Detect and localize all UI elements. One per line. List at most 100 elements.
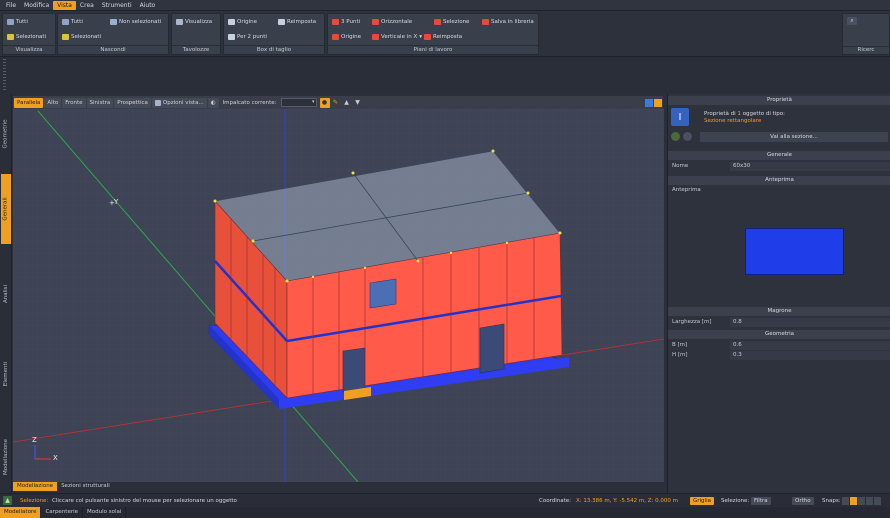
menu-vista[interactable]: Vista (53, 0, 76, 10)
viewport-3d[interactable]: Y + Z X (13, 109, 664, 482)
chevron-down-icon: ▾ (419, 34, 423, 40)
ribbon-group-nascondi: Tutti Non selezionati Selezionati Nascon… (57, 13, 169, 55)
snap-center-icon[interactable] (874, 497, 881, 505)
grip-handle[interactable] (3, 59, 6, 92)
properties-panel: Proprietà I Proprietà di 1 oggetto di ti… (667, 94, 890, 493)
nome-field[interactable]: 60x30 (730, 162, 890, 171)
box-per-2-punti-button[interactable]: Per 2 punti (228, 34, 267, 40)
ribbon-group-title: Tavolozze (172, 45, 220, 53)
nascondi-tutti-button[interactable]: Tutti (62, 19, 83, 25)
visualizza-selezionati-button[interactable]: Selezionati (7, 34, 46, 40)
door-opening-right[interactable] (479, 323, 505, 374)
ribbon-group-box-taglio: Origine Reimposta Per 2 punti Box di tag… (223, 13, 325, 55)
menu-file[interactable]: File (2, 1, 20, 10)
tab-analisi[interactable]: Analisi (1, 264, 11, 324)
view-options-button[interactable]: Opzioni vista... (151, 97, 207, 108)
section-magrone-header[interactable]: Magrone (668, 307, 890, 316)
menu-modifica[interactable]: Modifica (20, 1, 53, 10)
impalcato-select[interactable]: ▾ (280, 98, 317, 107)
origin-icon (228, 19, 235, 25)
tab-sezioni-strutturali[interactable]: Sezioni strutturali (57, 482, 114, 491)
box-origine-button[interactable]: Origine (228, 19, 257, 25)
view-parallela-button[interactable]: Parallela (14, 97, 44, 108)
ribbon-group-visualizza: Tutti Selezionati Visualizza (2, 13, 56, 55)
view-alto-button[interactable]: Alto (44, 97, 62, 108)
snap-toggles (842, 497, 881, 505)
cursor-cross-icon: + (109, 199, 115, 207)
statusbar: ▲ Selezione: Cliccare col pulsante sinis… (0, 493, 890, 507)
larghezza-field[interactable]: 0.8 (730, 318, 890, 327)
h-field[interactable]: 0.3 (730, 351, 890, 360)
view-sinistra-button[interactable]: Sinistra (86, 97, 114, 108)
options-icon (154, 99, 161, 106)
nascondi-non-selezionati-button[interactable]: Non selezionati (110, 19, 161, 25)
pin-alt-icon[interactable]: ▼ (353, 98, 363, 108)
piani-origine-button[interactable]: Origine (332, 34, 361, 40)
vertical-plane-icon (372, 34, 379, 40)
coord-value: X: 13.386 m, Y: -5.542 m, Z: 0.000 m (576, 498, 678, 504)
ribbon: Tutti Selezionati Visualizza Tutti Non s… (0, 11, 890, 57)
section-generale-header[interactable]: Generale (668, 151, 890, 160)
menu-aiuto[interactable]: Aiuto (136, 1, 160, 10)
nascondi-selezionati-button[interactable]: Selezionati (62, 34, 101, 40)
status-arrow-icon[interactable]: ▲ (3, 496, 12, 505)
ribbon-group-title: Piani di lavoro (328, 45, 538, 53)
back-icon[interactable] (671, 132, 680, 141)
grid-toggle-button[interactable]: Griglia (690, 497, 714, 505)
section-anteprima-header[interactable]: Anteprima (668, 176, 890, 185)
properties-summary: Proprietà di 1 oggetto di tipo: (704, 111, 786, 117)
door-opening-left[interactable] (342, 347, 366, 393)
tavolozze-visualizza-button[interactable]: Visualizza (176, 19, 212, 25)
tab-elementi[interactable]: Elementi (1, 344, 11, 404)
section-geometria-header[interactable]: Geometria (668, 330, 890, 339)
view-fronte-button[interactable]: Fronte (62, 97, 86, 108)
search-icon[interactable]: ⌕ (847, 17, 857, 25)
b-field[interactable]: 0.6 (730, 341, 890, 350)
pin-icon[interactable]: ▲ (342, 98, 352, 108)
tab-modulo-solai[interactable]: Modulo solai (83, 507, 127, 518)
anteprima-label: Anteprima (672, 187, 701, 193)
lock-icon[interactable]: ● (319, 97, 330, 108)
piani-reimposta-button[interactable]: Reimposta (424, 34, 462, 40)
ortho-button[interactable]: Ortho (792, 497, 814, 505)
two-points-icon (228, 34, 235, 40)
model-canvas[interactable]: Y + Z X (13, 109, 664, 482)
snap-point-icon[interactable] (850, 497, 857, 505)
piani-orizzontale-button[interactable]: Orizzontale (372, 19, 412, 25)
palette-icon (176, 19, 183, 25)
impalcato-label: Impalcato corrente: (222, 99, 277, 106)
menu-strumenti[interactable]: Strumenti (98, 1, 136, 10)
menu-crea[interactable]: Crea (76, 1, 98, 10)
tab-modellazione[interactable]: Modellazione (1, 424, 11, 489)
wrench-icon[interactable]: ✎ (331, 98, 341, 108)
tab-carpenterie[interactable]: Carpenterie (41, 507, 84, 518)
selection-mode-label: Selezione: (721, 498, 750, 504)
ribbon-group-piani-lavoro: 3 Punti Orizzontale Selezione Salva in l… (327, 13, 539, 55)
tab-generali[interactable]: Generali (1, 174, 11, 244)
piani-verticale-x-button[interactable]: Verticale in X ▾ (372, 34, 422, 40)
tab-geometrie[interactable]: Geometrie (1, 104, 11, 164)
piani-salva-libreria-button[interactable]: Salva in libreria (482, 19, 534, 25)
tab-modellatore[interactable]: Modellatore (0, 507, 42, 518)
forward-icon[interactable] (683, 132, 692, 141)
box-reimposta-button[interactable]: Reimposta (278, 19, 316, 25)
snap-vertex-icon[interactable] (858, 497, 865, 505)
selection-plane-icon (434, 19, 441, 25)
properties-title: Proprietà (668, 96, 890, 105)
goto-section-button[interactable]: Vai alla sezione... (700, 132, 888, 142)
visualizza-tutti-button[interactable]: Tutti (7, 19, 28, 25)
piani-selezione-button[interactable]: Selezione (434, 19, 469, 25)
add-view-icon[interactable] (645, 98, 653, 107)
camera-icon[interactable]: ◐ (207, 97, 219, 108)
tab-modellazione-view[interactable]: Modellazione (13, 482, 58, 491)
piani-3-punti-button[interactable]: 3 Punti (332, 19, 360, 25)
close-view-icon[interactable] (654, 98, 662, 107)
snap-grid-icon[interactable] (842, 497, 849, 505)
origin-plane-icon (332, 34, 339, 40)
save-library-icon (482, 19, 489, 25)
view-prospettica-button[interactable]: Prospettica (114, 97, 151, 108)
eye-icon (7, 19, 14, 25)
filter-button[interactable]: Filtra (751, 497, 771, 505)
snap-midpoint-icon[interactable] (866, 497, 873, 505)
window-opening[interactable] (369, 278, 397, 309)
